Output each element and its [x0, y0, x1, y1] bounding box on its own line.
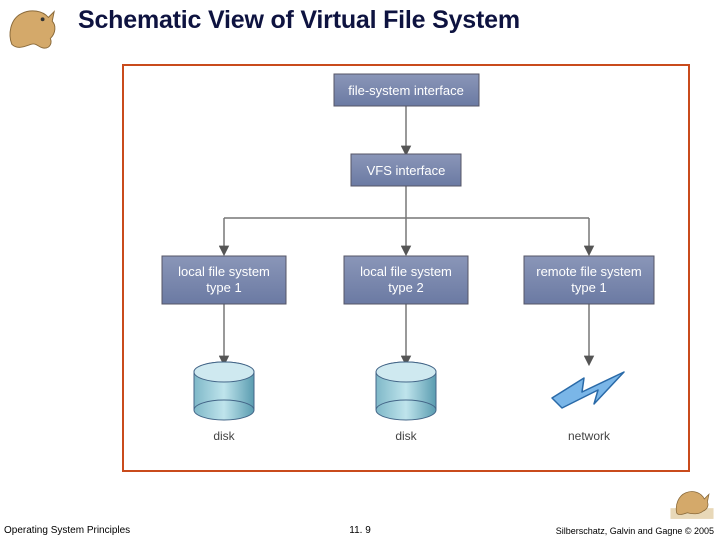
svg-text:network: network [568, 429, 611, 443]
svg-text:local file system: local file system [178, 264, 270, 279]
diagram-frame: file-system interface VFS interface loca… [122, 64, 690, 472]
disk-icon-2: disk [376, 362, 436, 443]
box-file-system-interface: file-system interface [334, 74, 479, 106]
footer-page-number: 11. 9 [349, 525, 371, 536]
box-local-fs-type2: local file system type 2 [344, 256, 468, 304]
svg-text:file-system interface: file-system interface [348, 83, 464, 98]
svg-text:VFS interface: VFS interface [367, 163, 446, 178]
footer-copyright: Silberschatz, Galvin and Gagne © 2005 [556, 526, 714, 536]
box-local-fs-type1: local file system type 1 [162, 256, 286, 304]
network-icon: network [552, 372, 624, 443]
svg-text:type 2: type 2 [388, 280, 423, 295]
dinosaur-logo-top [4, 2, 62, 52]
box-vfs-interface: VFS interface [351, 154, 461, 186]
vfs-diagram: file-system interface VFS interface loca… [124, 66, 688, 470]
svg-text:disk: disk [395, 429, 417, 443]
svg-text:type 1: type 1 [206, 280, 241, 295]
svg-text:remote file system: remote file system [536, 264, 641, 279]
dinosaur-logo-bottom [668, 482, 716, 522]
svg-text:local file system: local file system [360, 264, 452, 279]
footer-left: Operating System Principles [4, 525, 130, 536]
disk-icon-1: disk [194, 362, 254, 443]
svg-text:type 1: type 1 [571, 280, 606, 295]
svg-text:disk: disk [213, 429, 235, 443]
page-title: Schematic View of Virtual File System [78, 6, 520, 35]
box-remote-fs-type1: remote file system type 1 [524, 256, 654, 304]
